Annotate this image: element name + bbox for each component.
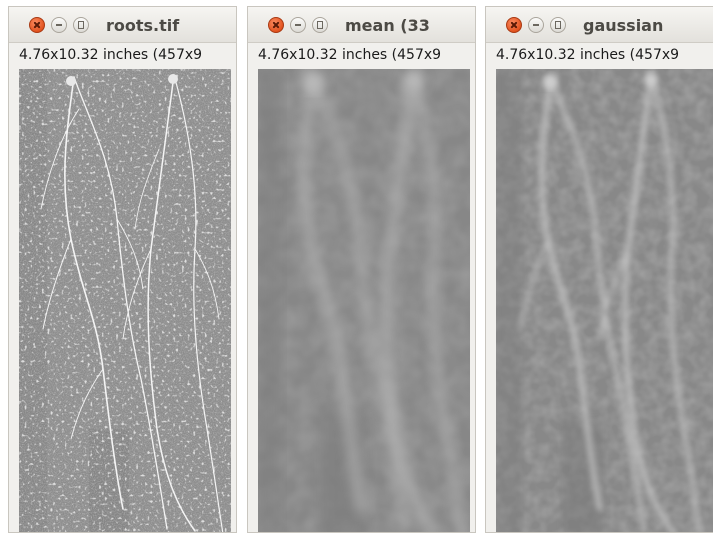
window-title: roots.tif: [106, 16, 180, 35]
desktop: roots.tif 4.76x10.32 inches (457x9 mean …: [0, 0, 713, 533]
roots-image: [19, 69, 231, 532]
image-canvas-mean[interactable]: [258, 69, 470, 532]
image-canvas-original[interactable]: [19, 69, 231, 532]
image-canvas-gaussian[interactable]: [496, 69, 713, 532]
window-titlebar[interactable]: roots.tif: [9, 7, 236, 43]
maximize-icon[interactable]: [312, 17, 328, 33]
roots-image-mean: [258, 69, 470, 532]
roots-image-gaussian: [496, 69, 713, 532]
minimize-icon[interactable]: [290, 17, 306, 33]
minimize-icon[interactable]: [528, 17, 544, 33]
close-icon[interactable]: [268, 17, 284, 33]
close-icon[interactable]: [506, 17, 522, 33]
window-title: mean (33: [345, 16, 430, 35]
image-info: 4.76x10.32 inches (457x9: [258, 47, 442, 63]
image-window-roots[interactable]: roots.tif 4.76x10.32 inches (457x9: [8, 6, 237, 533]
window-title: gaussian: [583, 16, 664, 35]
window-titlebar[interactable]: gaussian: [486, 7, 713, 43]
window-titlebar[interactable]: mean (33: [248, 7, 475, 43]
image-info: 4.76x10.32 inches (457x9: [496, 47, 680, 63]
maximize-icon[interactable]: [550, 17, 566, 33]
image-window-mean[interactable]: mean (33 4.76x10.32 inches (457x9: [247, 6, 476, 533]
image-info: 4.76x10.32 inches (457x9: [19, 47, 203, 63]
close-icon[interactable]: [29, 17, 45, 33]
image-window-gaussian[interactable]: gaussian 4.76x10.32 inches (457x9: [485, 6, 713, 533]
minimize-icon[interactable]: [51, 17, 67, 33]
maximize-icon[interactable]: [73, 17, 89, 33]
